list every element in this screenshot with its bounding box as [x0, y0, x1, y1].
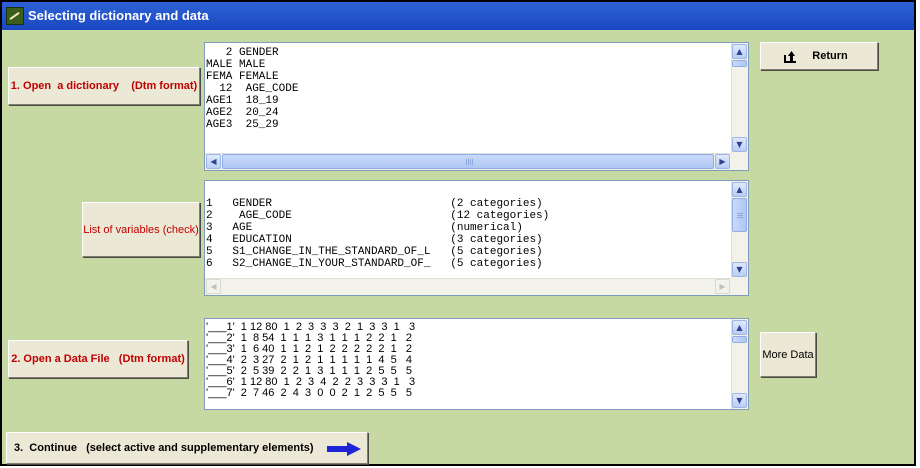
variables-horizontal-scrollbar: ◀ ▶ — [205, 278, 732, 295]
scroll-right-icon[interactable]: ▶ — [715, 154, 730, 169]
dictionary-textbox[interactable]: 2 GENDER MALE MALE FEMA FEMALE 12 AGE_CO… — [204, 42, 749, 171]
scroll-thumb[interactable] — [732, 60, 747, 67]
variables-vertical-scrollbar[interactable]: ▲ ▼ — [731, 181, 748, 278]
app-icon — [6, 7, 24, 25]
variables-text: 1 GENDER (2 categories) 2 AGE_CODE (12 c… — [206, 198, 550, 270]
data-text: '___1' 1 12 80 1 2 3 3 3 2 1 3 3 1 3 '__… — [206, 321, 416, 399]
scroll-down-icon[interactable]: ▼ — [732, 262, 747, 277]
title-bar: Selecting dictionary and data — [2, 2, 914, 30]
data-textbox[interactable]: '___1' 1 12 80 1 2 3 3 3 2 1 3 3 1 3 '__… — [204, 318, 749, 410]
scroll-up-icon[interactable]: ▲ — [732, 320, 747, 335]
data-vertical-scrollbar[interactable]: ▲ ▼ — [731, 319, 748, 409]
more-data-button[interactable]: More Data — [760, 332, 816, 377]
scroll-left-icon: ◀ — [206, 279, 221, 294]
continue-button[interactable]: 3. Continue (select active and supplemen… — [6, 432, 368, 464]
window-title: Selecting dictionary and data — [28, 8, 209, 23]
scroll-up-icon[interactable]: ▲ — [732, 44, 747, 59]
open-data-file-label: 2. Open a Data File (Dtm format) — [11, 353, 185, 365]
open-dictionary-button[interactable]: 1. Open a dictionary (Dtm format) — [8, 67, 200, 105]
dictionary-horizontal-scrollbar[interactable]: ◀ ▶ — [205, 153, 732, 170]
variables-textbox[interactable]: 1 GENDER (2 categories) 2 AGE_CODE (12 c… — [204, 180, 749, 296]
scrollbar-corner — [731, 278, 748, 295]
return-button[interactable]: Return — [760, 42, 878, 70]
scroll-down-icon[interactable]: ▼ — [732, 393, 747, 408]
continue-label: 3. Continue (select active and supplemen… — [14, 442, 314, 454]
scroll-thumb[interactable] — [222, 154, 714, 169]
scroll-up-icon[interactable]: ▲ — [732, 182, 747, 197]
return-label: Return — [812, 50, 848, 62]
dictionary-text: 2 GENDER MALE MALE FEMA FEMALE 12 AGE_CO… — [206, 47, 299, 131]
right-arrow-icon — [327, 442, 361, 456]
open-dictionary-label: 1. Open a dictionary (Dtm format) — [10, 80, 198, 92]
scroll-right-icon: ▶ — [715, 279, 730, 294]
open-data-file-button[interactable]: 2. Open a Data File (Dtm format) — [8, 340, 188, 378]
dictionary-vertical-scrollbar[interactable]: ▲ ▼ — [731, 43, 748, 153]
list-variables-label: List of variables (check) — [83, 223, 199, 236]
scrollbar-corner — [731, 153, 748, 170]
scroll-thumb[interactable] — [732, 198, 747, 232]
scroll-left-icon[interactable]: ◀ — [206, 154, 221, 169]
dictionary-data-window: Selecting dictionary and data 1. Open a … — [0, 0, 916, 466]
list-variables-button[interactable]: List of variables (check) — [82, 202, 200, 257]
more-data-label: More Data — [762, 348, 814, 361]
return-arrow-icon — [784, 51, 796, 63]
scroll-down-icon[interactable]: ▼ — [732, 137, 747, 152]
scroll-thumb[interactable] — [732, 336, 747, 343]
